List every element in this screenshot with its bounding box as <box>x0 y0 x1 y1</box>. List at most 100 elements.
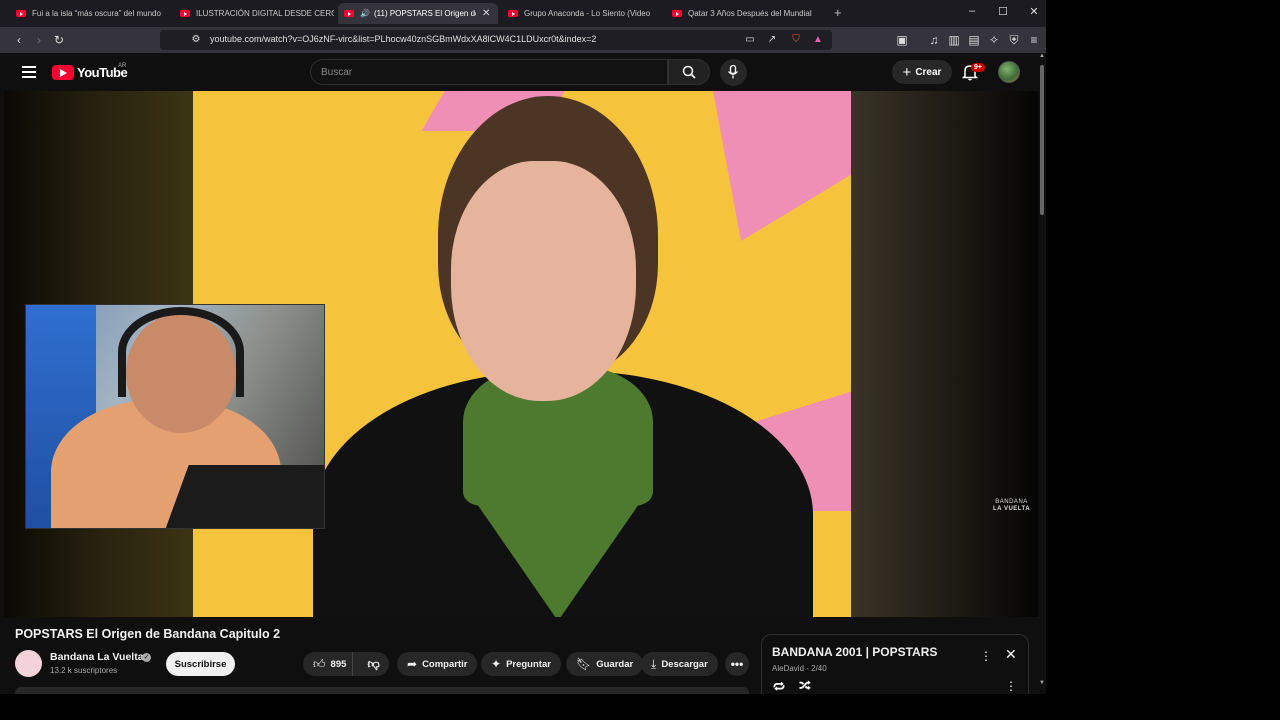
youtube-logo-icon[interactable] <box>52 65 74 80</box>
ai-assistant-icon[interactable]: ✧ <box>986 32 1002 48</box>
playlist-options-icon[interactable]: ⋮ <box>1005 679 1017 693</box>
bookmark-save-icon: 🔖︎ <box>576 657 592 671</box>
youtube-favicon-icon <box>180 10 190 17</box>
tab-2[interactable]: ILUSTRACIÓN DIGITAL DESDE CERO <box>174 3 334 24</box>
search-button[interactable] <box>668 59 710 85</box>
search-icon <box>682 65 696 79</box>
cast-icon[interactable]: ▭ <box>742 32 758 48</box>
like-count: 895 <box>330 658 347 670</box>
thumbs-up-icon: 👍︎ <box>313 656 326 671</box>
hamburger-menu-icon[interactable] <box>22 66 36 78</box>
more-horizontal-icon: ••• <box>730 657 744 671</box>
subscriber-count: 13.2 k suscriptores <box>50 666 118 675</box>
thumbs-down-icon: 👎︎ <box>367 656 380 671</box>
microphone-icon <box>727 65 739 79</box>
dislike-button[interactable]: 👎︎ <box>358 657 389 672</box>
youtube-favicon-icon <box>508 10 518 17</box>
tab-4[interactable]: Grupo Anaconda - Lo Siento (Video <box>502 3 662 24</box>
share-arrow-icon: ➦ <box>407 657 418 671</box>
forward-icon[interactable]: › <box>31 32 47 48</box>
tab-3-label: (11) POPSTARS El Origen de <box>373 9 476 18</box>
video-side-right <box>851 91 1038 617</box>
youtube-favicon-icon <box>672 10 682 17</box>
like-dislike-group: 👍︎ 895 👎︎ <box>303 652 389 676</box>
ask-label: Preguntar <box>506 658 551 670</box>
search-input[interactable]: Buscar <box>310 59 668 85</box>
address-bar[interactable]: ⚙ youtube.com/watch?v=OJ6zNF-virc&list=P… <box>160 30 832 50</box>
speaker-icon[interactable]: 🔊 <box>360 9 370 18</box>
background-pink-shape <box>713 91 851 241</box>
back-icon[interactable]: ‹ <box>11 32 27 48</box>
download-label: Descargar <box>661 658 708 670</box>
plus-icon: + <box>902 63 912 81</box>
subscribe-button[interactable]: Suscribirse <box>166 652 235 676</box>
tab-4-label: Grupo Anaconda - Lo Siento (Video <box>524 9 651 18</box>
page-scrollbar[interactable]: ▲ ▼ <box>1038 53 1046 694</box>
site-info-icon[interactable]: ⚙ <box>188 32 204 48</box>
like-button[interactable]: 👍︎ 895 <box>303 652 354 676</box>
maximize-icon[interactable]: ☐ <box>993 5 1013 18</box>
channel-name[interactable]: Bandana La Vuelta <box>50 651 144 663</box>
playlist-panel: BANDANA 2001 | POPSTARS AleDavid - 2/40 … <box>761 634 1029 694</box>
tab-2-label: ILUSTRACIÓN DIGITAL DESDE CERO <box>196 9 334 18</box>
watermark-line-2: LA VUELTA <box>993 506 1031 512</box>
scroll-up-icon[interactable]: ▲ <box>1039 53 1045 59</box>
tab-5-label: Qatar 3 Años Después del Mundial <box>688 9 812 18</box>
create-label: Crear <box>915 66 942 78</box>
save-button[interactable]: 🔖︎ Guardar <box>566 652 644 676</box>
channel-watermark: BANDANA LA VUELTA <box>993 499 1030 513</box>
playlist-title[interactable]: BANDANA 2001 | POPSTARS <box>772 645 937 659</box>
tab-5[interactable]: Qatar 3 Años Después del Mundial <box>666 3 826 24</box>
tab-1[interactable]: Fui a la isla “más oscura” del mundo <box>10 3 170 24</box>
youtube-favicon-icon <box>344 10 354 17</box>
streamer-webcam-overlay <box>25 304 325 529</box>
watermark-line-1: BANDANA <box>995 499 1028 505</box>
share-label: Compartir <box>422 658 468 670</box>
description-box[interactable] <box>15 687 749 694</box>
rewards-icon[interactable]: ▲ <box>810 32 826 48</box>
vpn-icon[interactable]: ⛨ <box>1006 32 1022 48</box>
shuffle-icon[interactable]: 🔀︎ <box>799 678 811 694</box>
playlist-more-icon[interactable]: ⋮ <box>980 649 992 663</box>
wallet-icon[interactable]: ▤ <box>966 32 982 48</box>
tab-3-active[interactable]: 🔊 (11) POPSTARS El Origen de ✕ <box>338 3 498 24</box>
browser-menu-icon[interactable]: ≡ <box>1026 32 1042 48</box>
person-vneck <box>468 491 648 617</box>
browser-window: Fui a la isla “más oscura” del mundo ILU… <box>0 0 1046 694</box>
channel-avatar[interactable] <box>15 650 42 677</box>
browser-toolbar: ‹ › ↻ ⊓ ⚙ youtube.com/watch?v=OJ6zNF-vir… <box>0 27 1046 53</box>
scroll-down-icon[interactable]: ▼ <box>1039 680 1045 686</box>
save-label: Guardar <box>596 658 634 670</box>
brave-shield-icon[interactable]: ⛉ <box>788 32 804 48</box>
minimize-icon[interactable]: – <box>962 5 982 17</box>
download-button[interactable]: ⤓ Descargar <box>641 652 718 676</box>
verified-check-icon: ✓ <box>142 653 151 662</box>
media-icon[interactable]: ♫ <box>926 32 942 48</box>
reload-icon[interactable]: ↻ <box>51 32 67 48</box>
close-tab-icon[interactable]: ✕ <box>482 8 490 19</box>
notification-badge: 9+ <box>971 63 985 72</box>
youtube-favicon-icon <box>16 10 26 17</box>
sidebar-icon[interactable]: ▥ <box>946 32 962 48</box>
country-code: AR <box>118 63 127 69</box>
playlist-subtitle: AleDavid - 2/40 <box>772 664 827 673</box>
video-title: POPSTARS El Origen de Bandana Capitulo 2 <box>15 627 281 641</box>
playlist-close-icon[interactable]: ✕ <box>1005 646 1017 663</box>
ask-button[interactable]: ✦ Preguntar <box>481 652 561 676</box>
account-avatar[interactable] <box>998 61 1020 83</box>
create-button[interactable]: + Crear <box>892 60 952 84</box>
download-icon: ⤓ <box>651 656 657 671</box>
voice-search-button[interactable] <box>720 59 747 86</box>
person-face <box>451 161 636 401</box>
loop-icon[interactable]: 🔁︎ <box>773 679 785 694</box>
search-placeholder: Buscar <box>321 67 353 78</box>
more-actions-button[interactable]: ••• <box>725 652 749 676</box>
share-button[interactable]: ➦ Compartir <box>397 652 478 676</box>
webcam-keyboard <box>163 465 324 528</box>
new-tab-icon[interactable]: + <box>834 5 842 20</box>
share-page-icon[interactable]: ↗ <box>764 32 780 48</box>
screenshot-icon[interactable]: ▣ <box>894 32 910 48</box>
scroll-thumb[interactable] <box>1040 65 1044 215</box>
close-window-icon[interactable]: ✕ <box>1024 5 1044 18</box>
sparkle-icon: ✦ <box>491 657 502 671</box>
